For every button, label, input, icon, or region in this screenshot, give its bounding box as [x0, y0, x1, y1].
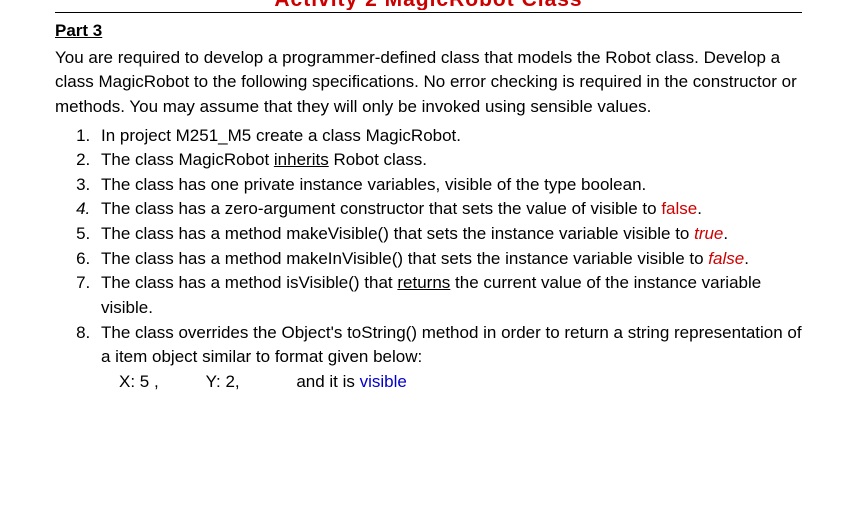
spec-item-7: The class has a method isVisible() that …: [95, 271, 802, 320]
document-page: Activity 2 MagicRobot Class Part 3 You a…: [0, 0, 857, 395]
spec-item-2: The class MagicRobot inherits Robot clas…: [95, 148, 802, 173]
keyword-false: false: [661, 199, 697, 218]
underlined-word: returns: [397, 273, 450, 292]
spec-text: .: [744, 249, 749, 268]
example-text: X: 5 , Y: 2, and it is: [119, 372, 360, 391]
spec-item-5: The class has a method makeVisible() tha…: [95, 222, 802, 247]
spec-text: .: [723, 224, 728, 243]
spec-text: The class has one private instance varia…: [101, 175, 646, 194]
activity-title-fragment: Activity 2 MagicRobot Class: [55, 0, 802, 10]
spec-text: The class has a method makeVisible() tha…: [101, 224, 694, 243]
intro-paragraph: You are required to develop a programmer…: [55, 46, 802, 120]
part-heading: Part 3: [55, 19, 802, 44]
spec-text: The class has a method makeInVisible() t…: [101, 249, 708, 268]
spec-item-1: In project M251_M5 create a class MagicR…: [95, 124, 802, 149]
spec-item-6: The class has a method makeInVisible() t…: [95, 247, 802, 272]
spec-text: The class MagicRobot: [101, 150, 274, 169]
underlined-word: inherits: [274, 150, 329, 169]
spec-text: In project M251_M5 create a class MagicR…: [101, 126, 461, 145]
spec-text: Robot class.: [329, 150, 427, 169]
spec-text: The class has a method isVisible() that: [101, 273, 397, 292]
keyword-false: false: [708, 249, 744, 268]
specification-list: In project M251_M5 create a class MagicR…: [55, 124, 802, 395]
keyword-true: true: [694, 224, 723, 243]
keyword-visible: visible: [360, 372, 407, 391]
horizontal-rule: [55, 12, 802, 13]
spec-text: The class overrides the Object's toStrin…: [101, 323, 802, 367]
tostring-example: X: 5 , Y: 2, and it is visible: [119, 370, 802, 395]
spec-item-8: The class overrides the Object's toStrin…: [95, 321, 802, 395]
spec-text: The class has a zero-argument constructo…: [101, 199, 661, 218]
spec-text: .: [697, 199, 702, 218]
spec-item-4: The class has a zero-argument constructo…: [95, 197, 802, 222]
spec-item-3: The class has one private instance varia…: [95, 173, 802, 198]
